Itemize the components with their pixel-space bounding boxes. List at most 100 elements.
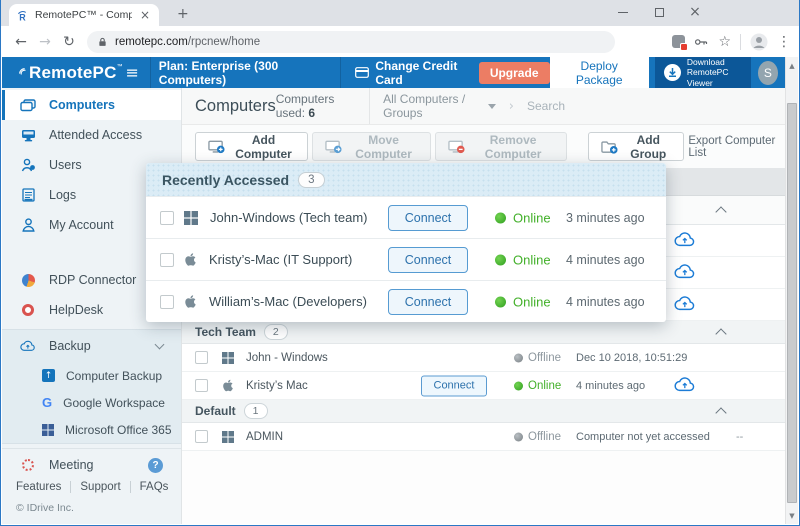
sidebar-item-google-workspace[interactable]: G Google Workspace xyxy=(2,389,181,416)
page-scrollbar[interactable]: ▲ ▼ xyxy=(785,57,798,524)
url-text: remotepc.com/rpcnew/home xyxy=(115,36,260,48)
row-checkbox[interactable] xyxy=(160,211,174,225)
search-input[interactable] xyxy=(527,99,647,113)
rdp-connector-icon xyxy=(20,272,36,288)
collapse-chevron-icon[interactable] xyxy=(715,206,726,217)
extension-icon[interactable] xyxy=(672,35,685,48)
button-label: Add Group xyxy=(625,133,671,161)
change-credit-card-link[interactable]: Change Credit Card xyxy=(355,59,466,87)
row-checkbox[interactable] xyxy=(195,379,208,392)
sidebar-label: Computer Backup xyxy=(66,369,162,383)
office-365-icon xyxy=(42,424,54,436)
row-checkbox[interactable] xyxy=(195,430,208,443)
new-tab-button[interactable]: + xyxy=(171,6,195,22)
close-icon: × xyxy=(689,5,701,19)
recent-row-williams-mac: William’s-Mac (Developers) Connect Onlin… xyxy=(146,280,666,322)
sidebar-label: Logs xyxy=(49,188,76,202)
computers-used-count: 6 xyxy=(308,106,315,120)
last-accessed-time: 4 minutes ago xyxy=(566,295,645,309)
backup-cloud-icon xyxy=(20,338,36,354)
hamburger-menu-icon[interactable]: ≡ xyxy=(126,63,139,82)
browser-profile-icon[interactable] xyxy=(750,33,768,51)
browser-tab[interactable]: R RemotePC™ - Computers × xyxy=(9,4,159,26)
last-accessed-time: 4 minutes ago xyxy=(566,253,645,267)
table-row-kristys-mac: Kristy’s Mac Connect Online 4 minutes ag… xyxy=(182,372,785,400)
collapse-chevron-icon[interactable] xyxy=(715,407,726,418)
connect-button[interactable]: Connect xyxy=(421,375,487,396)
group-header-default: Default 1 xyxy=(182,400,785,423)
connect-button[interactable]: Connect xyxy=(388,205,468,231)
row-checkbox[interactable] xyxy=(160,253,174,267)
tab-title: RemotePC™ - Computers xyxy=(35,9,132,21)
connect-button[interactable]: Connect xyxy=(388,289,468,315)
sidebar-label: Microsoft Office 365 xyxy=(65,423,172,437)
browser-tabstrip: R RemotePC™ - Computers × + × xyxy=(1,0,799,26)
sidebar-label: Google Workspace xyxy=(63,396,165,410)
online-status-dot xyxy=(514,381,523,390)
collapse-chevron-icon[interactable] xyxy=(715,328,726,339)
scroll-up-icon[interactable]: ▲ xyxy=(786,59,798,72)
scroll-down-icon[interactable]: ▼ xyxy=(786,509,798,522)
cloud-backup-icon[interactable] xyxy=(674,232,696,250)
logo-signal-icon xyxy=(18,64,28,82)
sidebar-item-attended-access[interactable]: Attended Access xyxy=(2,120,181,150)
computers-used-label: Computers used: 6 xyxy=(276,92,370,120)
row-checkbox[interactable] xyxy=(195,351,208,364)
deploy-package-button[interactable]: Deploy Package xyxy=(550,54,649,92)
add-group-button[interactable]: Add Group xyxy=(588,132,684,161)
cloud-backup-icon[interactable] xyxy=(674,296,696,314)
sidebar-label: My Account xyxy=(49,218,114,232)
sidebar-label: HelpDesk xyxy=(49,303,103,317)
last-accessed: Dec 10 2018, 10:51:29 xyxy=(576,352,687,364)
window-close-button[interactable]: × xyxy=(677,3,713,21)
forward-button[interactable]: → xyxy=(33,34,57,50)
address-bar[interactable]: remotepc.com/rpcnew/home xyxy=(87,31,615,53)
sidebar-item-computers[interactable]: Computers xyxy=(2,90,181,120)
scrollbar-thumb[interactable] xyxy=(787,103,797,503)
app-header: RemotePC ™ ≡ Plan: Enterprise (300 Compu… xyxy=(2,57,785,88)
download-viewer-button[interactable]: Download RemotePC Viewer xyxy=(655,57,751,88)
cloud-backup-icon[interactable] xyxy=(674,264,696,282)
sidebar-item-backup[interactable]: Backup xyxy=(2,330,181,362)
help-question-icon[interactable]: ? xyxy=(148,458,163,473)
row-checkbox[interactable] xyxy=(160,295,174,309)
button-label: Move Computer xyxy=(349,133,418,161)
status-label: Online xyxy=(513,294,551,309)
password-key-icon[interactable] xyxy=(694,36,709,48)
panel-title: Recently Accessed xyxy=(162,172,289,188)
svg-text:R: R xyxy=(19,12,26,22)
sidebar-label: Users xyxy=(49,158,82,172)
tab-close-icon[interactable]: × xyxy=(138,8,152,22)
computer-name: Kristy’s-Mac (IT Support) xyxy=(209,252,352,267)
status-label: Offline xyxy=(528,431,561,443)
users-icon xyxy=(20,157,36,173)
user-avatar[interactable]: S xyxy=(758,61,778,85)
browser-menu-icon[interactable]: ⋮ xyxy=(777,34,791,50)
sidebar-item-computer-backup[interactable]: ↑ Computer Backup xyxy=(2,362,181,389)
move-computer-button[interactable]: Move Computer xyxy=(312,132,431,161)
url-domain: remotepc.com xyxy=(115,36,188,48)
sidebar-item-microsoft-office-365[interactable]: Microsoft Office 365 xyxy=(2,416,181,443)
cloud-backup-icon[interactable] xyxy=(674,377,696,395)
window-maximize-button[interactable] xyxy=(641,3,677,21)
connect-button[interactable]: Connect xyxy=(388,247,468,273)
faqs-link[interactable]: FAQs xyxy=(131,481,178,493)
remove-computer-button[interactable]: Remove Computer xyxy=(435,132,567,161)
group-name: Tech Team xyxy=(195,325,256,339)
computer-name: Kristy’s Mac xyxy=(246,380,308,392)
page-header: Computers Computers used: 6 All Computer… xyxy=(182,88,785,125)
computers-groups-dropdown[interactable]: All Computers / Groups xyxy=(370,88,509,124)
window-minimize-button[interactable] xyxy=(605,3,641,21)
group-name: Default xyxy=(195,404,236,418)
upgrade-button[interactable]: Upgrade xyxy=(479,62,550,84)
add-computer-button[interactable]: Add Computer xyxy=(195,132,308,161)
sidebar-item-meeting[interactable]: Meeting ? xyxy=(2,448,181,481)
export-computer-list-link[interactable]: Export Computer List xyxy=(688,135,776,159)
reload-button[interactable]: ↻ xyxy=(57,34,81,50)
bookmark-star-icon[interactable]: ☆ xyxy=(718,34,731,50)
apple-logo-icon xyxy=(184,252,197,267)
features-link[interactable]: Features xyxy=(16,481,71,493)
last-accessed: 4 minutes ago xyxy=(576,380,645,392)
back-button[interactable]: ← xyxy=(9,34,33,50)
support-link[interactable]: Support xyxy=(71,481,130,493)
